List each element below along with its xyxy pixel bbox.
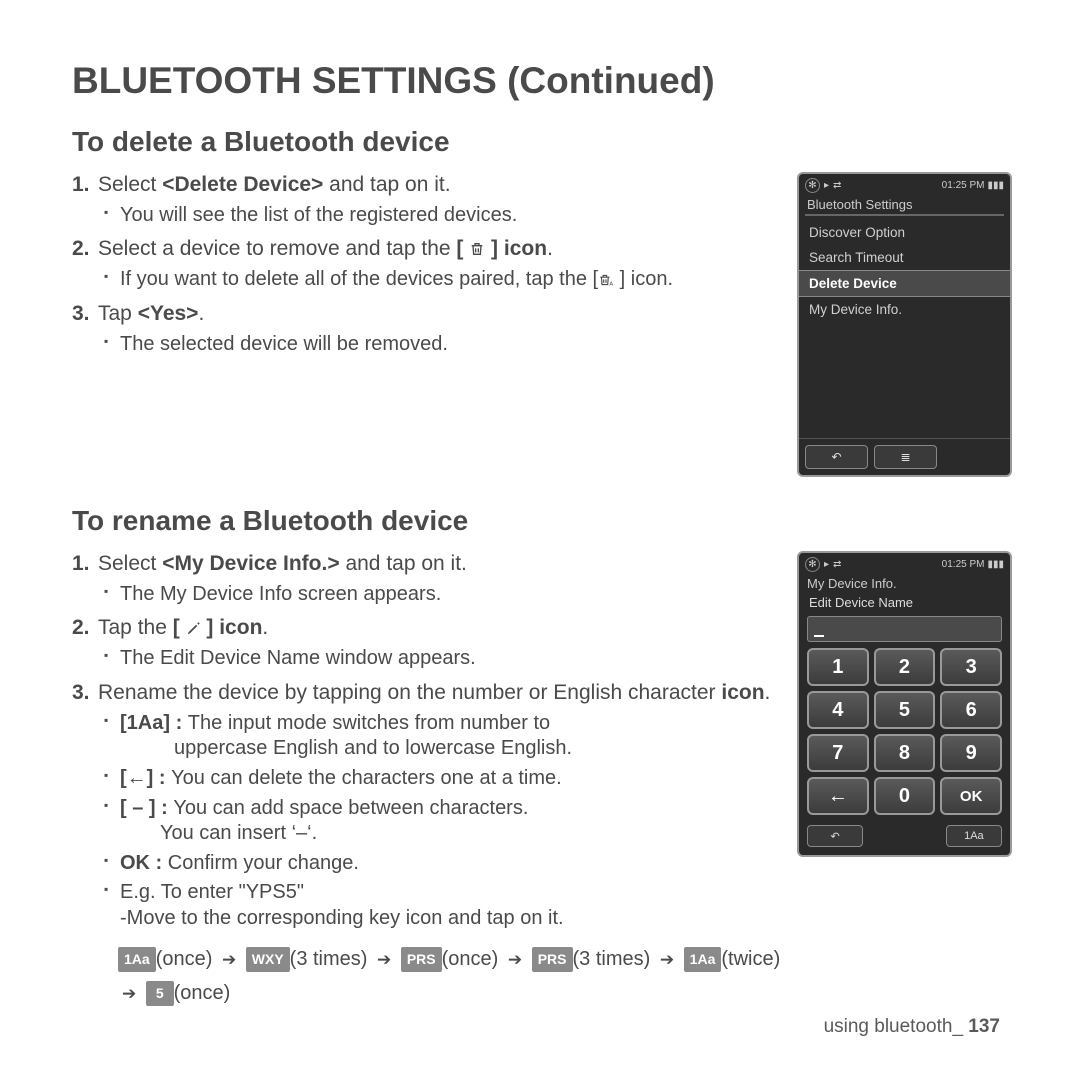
sub: The My Device Info screen appears. (104, 582, 783, 608)
section-rename-title: To rename a Bluetooth device (72, 505, 1012, 537)
phone-screenshot-keypad: ✻ ▸ ⇄ 01:25 PM▮▮▮ My Device Info. Edit Dev… (797, 551, 1012, 857)
step-1: 1. Select <Delete Device> and tap on it.… (72, 172, 783, 228)
sub: E.g. To enter "YPS5"-Move to the corresp… (104, 880, 783, 931)
seq-chip: PRS (532, 947, 573, 973)
list-item-selected[interactable]: Delete Device (799, 270, 1010, 297)
sub: The Edit Device Name window appears. (104, 646, 783, 672)
key-9[interactable]: 9 (940, 734, 1002, 772)
shuffle-icon: ⇄ (833, 559, 841, 570)
seq-chip: 5 (146, 981, 174, 1007)
delete-steps: 1. Select <Delete Device> and tap on it.… (72, 172, 783, 357)
screen-title: My Device Info. (799, 576, 1010, 593)
sub: If you want to delete all of the devices… (104, 267, 783, 293)
status-time: 01:25 PM (942, 180, 985, 191)
battery-icon: ▮▮▮ (987, 559, 1004, 570)
key-ok[interactable]: OK (940, 777, 1002, 815)
battery-icon: ▮▮▮ (987, 180, 1004, 191)
sub: You will see the list of the registered … (104, 203, 783, 229)
step-2: 2. Tap the [ ] icon. The Edit Device Nam… (72, 615, 783, 671)
trash-all-icon: A (598, 273, 614, 287)
status-time: 01:25 PM (942, 559, 985, 570)
screen-subtitle: Edit Device Name (799, 593, 1010, 614)
step-num: 2. (72, 236, 90, 263)
example-sequence: 1Aa(once) ➔ WXY(3 times) ➔ PRS(once) ➔ P… (72, 942, 1012, 1010)
shuffle-icon: ⇄ (833, 180, 841, 191)
pencil-icon (186, 621, 201, 636)
key-4[interactable]: 4 (807, 691, 869, 729)
play-icon: ▸ (824, 180, 829, 191)
keypad: 1 2 3 4 5 6 7 8 9 ← 0 OK (799, 648, 1010, 821)
sub: [1Aa] : The input mode switches from num… (104, 711, 783, 762)
step-num: 2. (72, 615, 90, 642)
svg-text:A: A (610, 282, 614, 287)
sub: OK : Confirm your change. (104, 851, 783, 877)
seq-chip: WXY (246, 947, 290, 973)
input-mode-button[interactable]: 1Aa (946, 825, 1002, 847)
sub: [ – ] : You can add space between charac… (104, 796, 783, 847)
play-icon: ▸ (824, 559, 829, 570)
arrow-icon: ➔ (222, 946, 236, 975)
arrow-icon: ➔ (122, 980, 136, 1009)
key-5[interactable]: 5 (874, 691, 936, 729)
step-num: 3. (72, 680, 90, 707)
step-num: 1. (72, 172, 90, 199)
key-backspace[interactable]: ← (807, 777, 869, 815)
bluetooth-icon: ✻ (805, 178, 820, 193)
key-6[interactable]: 6 (940, 691, 1002, 729)
list-item[interactable]: Discover Option (799, 220, 1010, 245)
bluetooth-icon: ✻ (805, 557, 820, 572)
page-title: BLUETOOTH SETTINGS (Continued) (72, 60, 1012, 102)
arrow-icon: ➔ (508, 946, 522, 975)
phone-screenshot-settings: ✻ ▸ ⇄ 01:25 PM▮▮▮ Bluetooth Settings Disco… (797, 172, 1012, 477)
key-8[interactable]: 8 (874, 734, 936, 772)
sub: The selected device will be removed. (104, 332, 783, 358)
seq-chip: 1Aa (118, 947, 156, 973)
page-footer: using bluetooth_ 137 (824, 1016, 1000, 1038)
key-3[interactable]: 3 (940, 648, 1002, 686)
arrow-icon: ➔ (660, 946, 674, 975)
key-0[interactable]: 0 (874, 777, 936, 815)
arrow-icon: ➔ (377, 946, 391, 975)
section-delete-title: To delete a Bluetooth device (72, 126, 1012, 158)
trash-icon (469, 241, 485, 257)
seq-chip: 1Aa (684, 947, 722, 973)
step-num: 3. (72, 301, 90, 328)
settings-list: Discover Option Search Timeout Delete De… (799, 216, 1010, 438)
key-7[interactable]: 7 (807, 734, 869, 772)
step-3: 3. Rename the device by tapping on the n… (72, 680, 783, 932)
list-item[interactable]: Search Timeout (799, 245, 1010, 270)
step-1: 1. Select <My Device Info.> and tap on i… (72, 551, 783, 607)
menu-button[interactable]: ≣ (874, 445, 937, 469)
step-num: 1. (72, 551, 90, 578)
screen-title: Bluetooth Settings (799, 197, 1010, 214)
step-3: 3. Tap <Yes>. The selected device will b… (72, 301, 783, 357)
seq-chip: PRS (401, 947, 442, 973)
key-1[interactable]: 1 (807, 648, 869, 686)
rename-steps: 1. Select <My Device Info.> and tap on i… (72, 551, 783, 932)
key-2[interactable]: 2 (874, 648, 936, 686)
back-button[interactable]: ↶ (807, 825, 863, 847)
sub: [←] : You can delete the characters one … (104, 766, 783, 792)
back-button[interactable]: ↶ (805, 445, 868, 469)
list-item[interactable]: My Device Info. (799, 297, 1010, 322)
device-name-input[interactable] (807, 616, 1002, 642)
step-2: 2. Select a device to remove and tap the… (72, 236, 783, 292)
